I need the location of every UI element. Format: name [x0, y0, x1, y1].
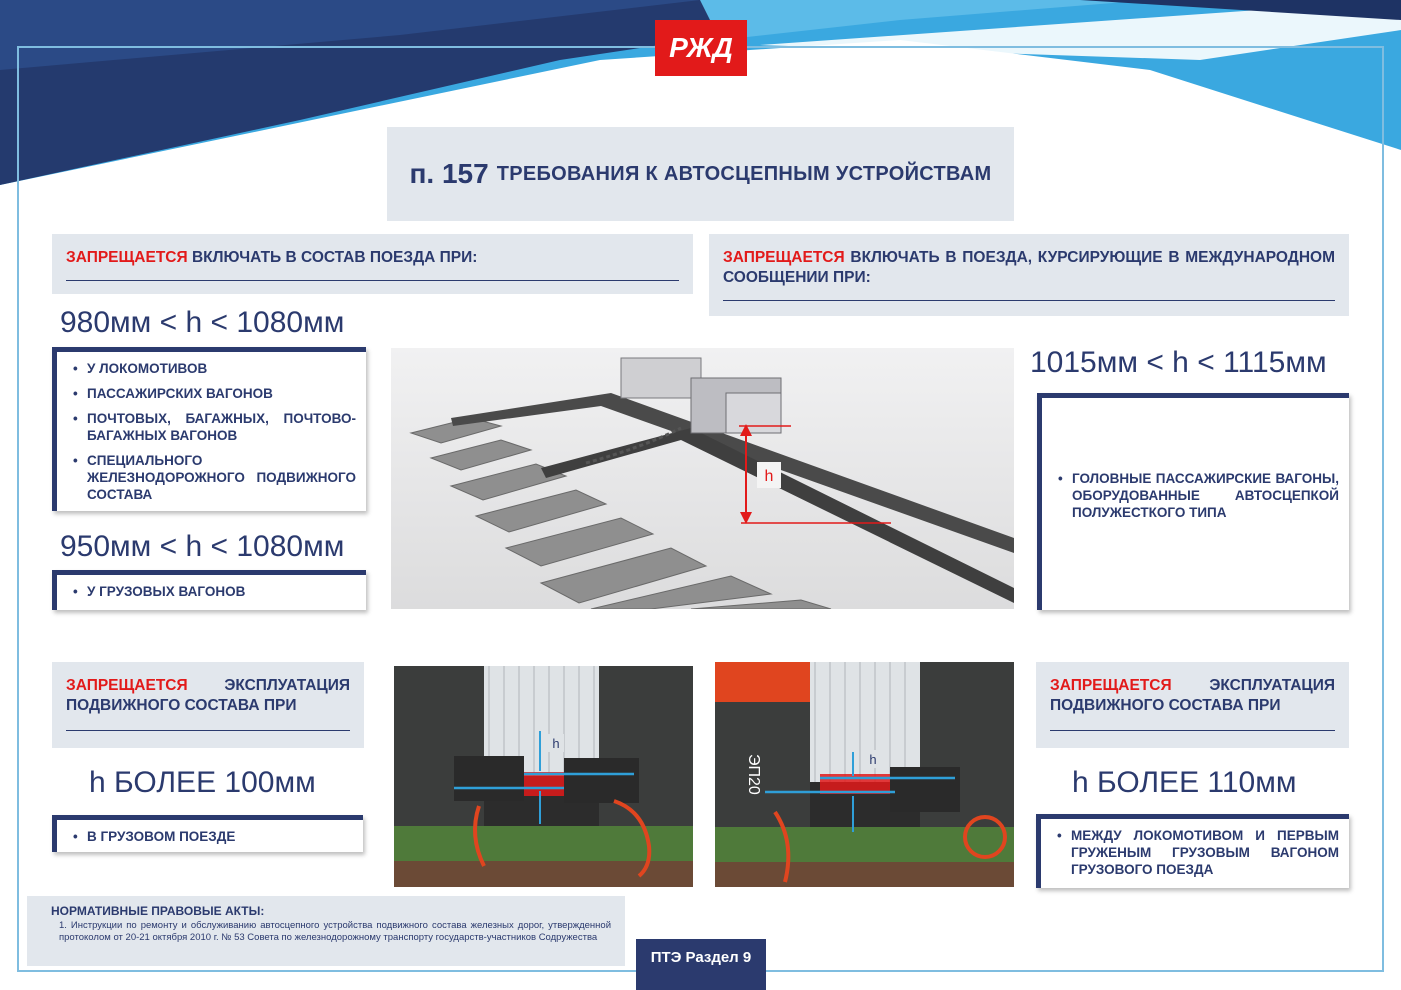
list-item: ПАССАЖИРСКИХ ВАГОНОВ — [71, 385, 356, 402]
list-item: ПОЧТОВЫХ, БАГАЖНЫХ, ПОЧТОВО-БАГАЖНЫХ ВАГ… — [71, 410, 356, 444]
bottom-left-list: В ГРУЗОВОМ ПОЕЗДЕ — [52, 815, 363, 852]
divider — [66, 730, 350, 731]
forbidden-word: ЗАПРЕЩАЕТСЯ — [66, 249, 188, 266]
svg-text:РЖД: РЖД — [669, 32, 733, 63]
title-text: ТРЕБОВАНИЯ К АВТОСЦЕПНЫМ УСТРОЙСТВАМ — [496, 162, 992, 185]
right-header-box: ЗАПРЕЩАЕТСЯ ВКЛЮЧАТЬ В ПОЕЗДА, КУРСИРУЮЩ… — [709, 234, 1349, 316]
bottom-left-header-box: ЗАПРЕЩАЕТСЯ ЭКСПЛУАТАЦИЯ ПОДВИЖНОГО СОСТ… — [52, 662, 364, 748]
bottom-right-list: МЕЖДУ ЛОКОМОТИВОМ И ПЕРВЫМ ГРУЖЕНЫМ ГРУЗ… — [1036, 814, 1349, 888]
range-950: 950мм < h < 1080мм — [60, 530, 345, 563]
locomotive-coupling-illustration: ЭП20 h — [715, 662, 1014, 887]
left-header-box: ЗАПРЕЩАЕТСЯ ВКЛЮЧАТЬ В СОСТАВ ПОЕЗДА ПРИ… — [52, 234, 693, 294]
list-item: СПЕЦИАЛЬНОГО ЖЕЛЕЗНОДОРОЖНОГО ПОДВИЖНОГО… — [71, 452, 356, 503]
left-header-text: ЗАПРЕЩАЕТСЯ ВКЛЮЧАТЬ В СОСТАВ ПОЕЗДА ПРИ… — [66, 248, 679, 268]
freight-coupling-graphic: h — [394, 666, 693, 887]
list-1015: ГОЛОВНЫЕ ПАССАЖИРСКИЕ ВАГОНЫ, ОБОРУДОВАН… — [1037, 393, 1349, 610]
left-header-rest: ВКЛЮЧАТЬ В СОСТАВ ПОЕЗДА ПРИ: — [191, 249, 478, 266]
bottom-left-header-text: ЗАПРЕЩАЕТСЯ ЭКСПЛУАТАЦИЯ ПОДВИЖНОГО СОСТ… — [66, 676, 350, 716]
h-label: h — [552, 736, 559, 751]
list-item: В ГРУЗОВОМ ПОЕЗДЕ — [71, 828, 353, 845]
divider — [66, 280, 679, 281]
rail-track-graphic: h — [391, 348, 1014, 609]
right-header-text: ЗАПРЕЩАЕТСЯ ВКЛЮЧАТЬ В ПОЕЗДА, КУРСИРУЮЩ… — [723, 248, 1335, 288]
coupler-height-illustration: h — [391, 348, 1014, 609]
list-item: ГОЛОВНЫЕ ПАССАЖИРСКИЕ ВАГОНЫ, ОБОРУДОВАН… — [1056, 470, 1339, 521]
locomotive-label: ЭП20 — [745, 754, 762, 795]
bottom-right-value: h БОЛЕЕ 110мм — [1072, 766, 1297, 799]
normative-heading: НОРМАТИВНЫЕ ПРАВОВЫЕ АКТЫ: — [51, 904, 265, 918]
list-item: МЕЖДУ ЛОКОМОТИВОМ И ПЕРВЫМ ГРУЖЕНЫМ ГРУЗ… — [1055, 827, 1339, 878]
list-950: У ГРУЗОВЫХ ВАГОНОВ — [52, 570, 366, 610]
normative-item: 1. Инструкции по ремонту и обслуживанию … — [59, 920, 611, 943]
bottom-left-value: h БОЛЕЕ 100мм — [89, 766, 316, 799]
list-item: У ГРУЗОВЫХ ВАГОНОВ — [71, 583, 356, 600]
list-item: У ЛОКОМОТИВОВ — [71, 360, 356, 377]
normative-acts-box: НОРМАТИВНЫЕ ПРАВОВЫЕ АКТЫ: 1. Инструкции… — [27, 896, 625, 966]
freight-coupling-illustration: h — [394, 666, 693, 887]
range-980: 980мм < h < 1080мм — [60, 306, 345, 339]
title-number: п. 157 — [409, 158, 489, 189]
h-label: h — [869, 752, 876, 767]
locomotive-coupling-graphic: ЭП20 h — [715, 662, 1014, 887]
forbidden-word: ЗАПРЕЩАЕТСЯ — [66, 677, 188, 694]
list-980: У ЛОКОМОТИВОВ ПАССАЖИРСКИХ ВАГОНОВ ПОЧТО… — [52, 347, 366, 511]
bottom-right-header-text: ЗАПРЕЩАЕТСЯ ЭКСПЛУАТАЦИЯ ПОДВИЖНОГО СОСТ… — [1050, 676, 1335, 716]
rzd-logo-icon: РЖД — [669, 32, 733, 63]
forbidden-word: ЗАПРЕЩАЕТСЯ — [723, 249, 845, 266]
title-box: п. 157 ТРЕБОВАНИЯ К АВТОСЦЕПНЫМ УСТРОЙСТ… — [387, 127, 1014, 221]
rzd-logo: РЖД — [655, 20, 747, 76]
bottom-right-header-box: ЗАПРЕЩАЕТСЯ ЭКСПЛУАТАЦИЯ ПОДВИЖНОГО СОСТ… — [1036, 662, 1349, 748]
section-badge: ПТЭ Раздел 9 — [636, 939, 766, 990]
divider — [1050, 730, 1335, 731]
divider — [723, 300, 1335, 301]
forbidden-word: ЗАПРЕЩАЕТСЯ — [1050, 677, 1172, 694]
h-label: h — [765, 468, 774, 485]
range-1015: 1015мм < h < 1115мм — [1030, 346, 1327, 379]
